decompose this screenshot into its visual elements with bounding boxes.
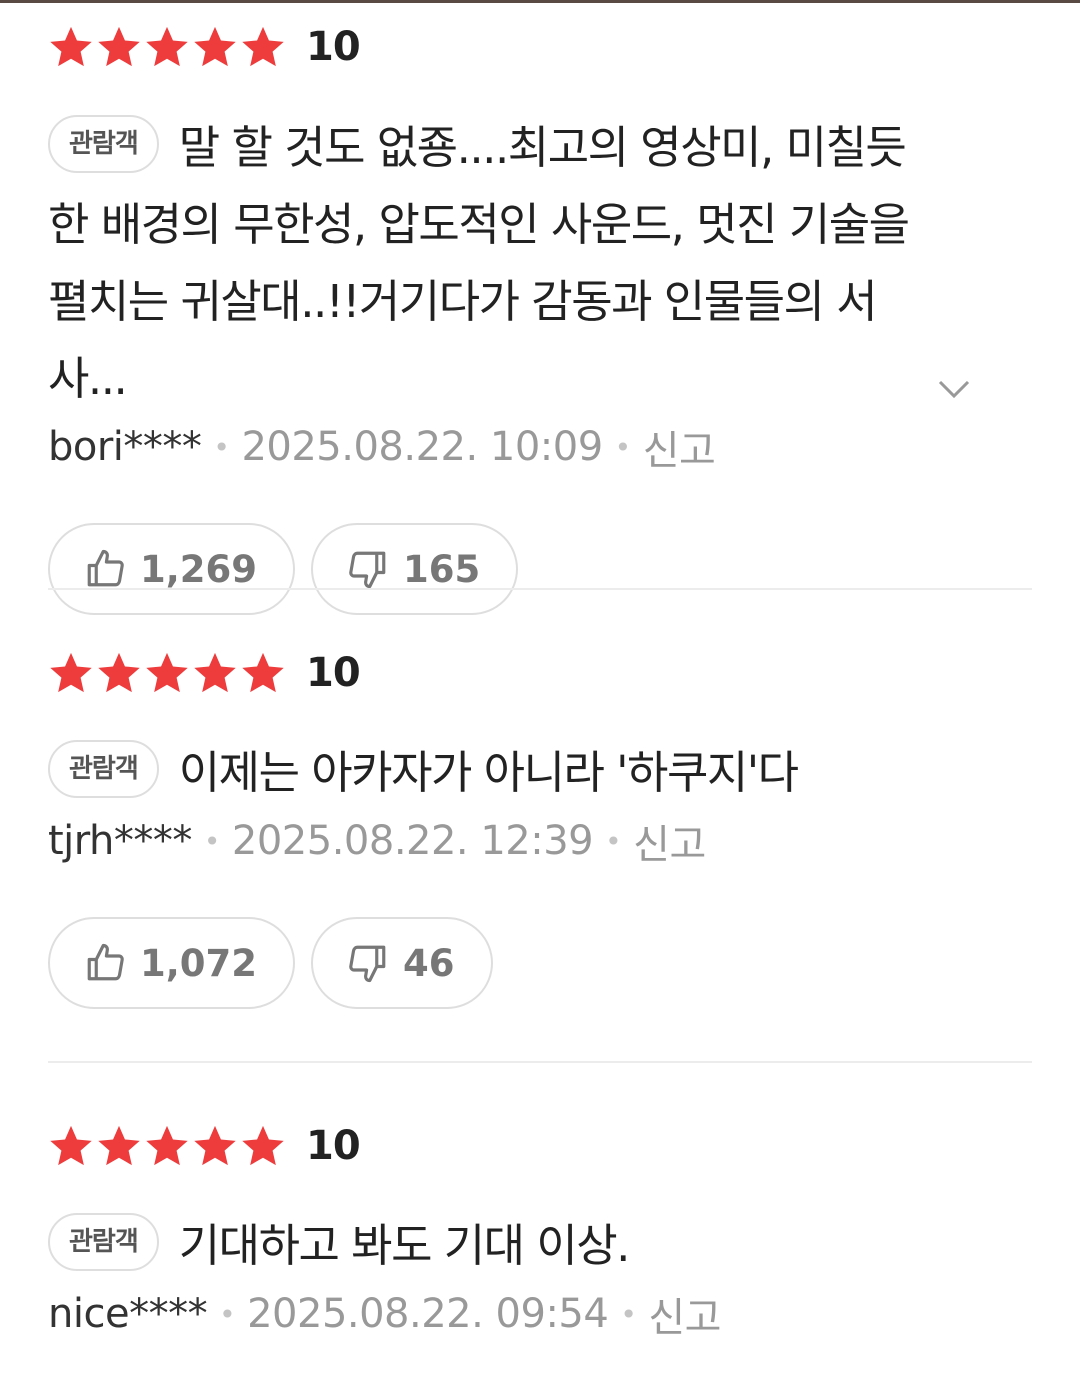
separator-dot: • [614,430,632,464]
star-icon [48,1123,94,1169]
viewer-badge: 관람객 [48,1213,159,1271]
star-icon [192,1123,238,1169]
star-icon [96,650,142,696]
review-date: 2025.08.22. 12:39 [231,818,594,864]
review-meta: bori**** • 2025.08.22. 10:09 • 신고 [48,417,1032,477]
review-text: 기대하고 봐도 기대 이상. [178,1219,631,1272]
separator-dot: • [620,1297,637,1331]
rating-score: 10 [306,650,361,696]
review-text-block[interactable]: 관람객 말 할 것도 없죵....최고의 영상미, 미칠듯한 배경의 무한성, 압… [48,109,1032,417]
thumbs-up-icon [87,943,124,981]
star-icon [240,24,286,70]
vote-buttons: 1,269 165 [48,523,1032,615]
separator-dot: • [203,824,221,858]
star-icon [192,650,238,696]
username: nice**** [48,1291,208,1337]
like-button[interactable]: 1,072 [48,917,296,1009]
like-count: 1,269 [140,547,258,591]
review-meta: tjrh**** • 2025.08.22. 12:39 • 신고 [48,811,1032,871]
separator-dot: • [213,430,230,464]
star-icon [240,1123,286,1169]
review-date: 2025.08.22. 10:09 [241,424,603,470]
viewer-badge: 관람객 [48,740,159,798]
star-icon [192,24,238,70]
chevron-down-icon[interactable] [934,369,974,409]
dislike-count: 165 [403,547,481,591]
review-text-block[interactable]: 관람객 이제는 아카자가 아니라 '하쿠지'다 [48,734,1032,811]
review-item: 10 관람객 말 할 것도 없죵....최고의 영상미, 미칠듯한 배경의 무한성… [48,22,1032,615]
rating-row: 10 [48,1121,1032,1171]
separator-dot: • [219,1297,236,1331]
vote-buttons: 1,072 46 [48,917,1032,1009]
review-divider [48,588,1032,590]
star-icon [48,24,94,70]
star-icon [96,1123,142,1169]
rating-row: 10 [48,648,1032,698]
review-text-block[interactable]: 관람객 기대하고 봐도 기대 이상. [48,1207,1032,1284]
rating-score: 10 [306,24,361,70]
review-divider [48,1061,1032,1063]
review-text: 이제는 아카자가 아니라 '하쿠지'다 [178,746,799,799]
review-meta: nice**** • 2025.08.22. 09:54 • 신고 [48,1284,1032,1344]
star-icon [48,650,94,696]
report-link[interactable]: 신고 [633,812,706,870]
star-icon [144,1123,190,1169]
separator-dot: • [605,824,622,858]
report-link[interactable]: 신고 [648,1285,721,1343]
thumbs-down-icon [349,945,386,983]
star-icon [240,650,286,696]
dislike-button[interactable]: 165 [311,523,519,615]
review-item: 10 관람객 이제는 아카자가 아니라 '하쿠지'다 tjrh**** • 202… [48,648,1032,1009]
viewer-badge: 관람객 [48,115,159,173]
report-link[interactable]: 신고 [643,418,716,476]
username: tjrh**** [48,818,192,864]
thumbs-up-icon [87,549,124,587]
review-item: 10 관람객 기대하고 봐도 기대 이상. nice**** • 2025.08.… [48,1121,1032,1344]
dislike-button[interactable]: 46 [311,917,493,1009]
dislike-count: 46 [403,941,455,985]
star-icon [96,24,142,70]
star-icon [144,650,190,696]
rating-score: 10 [306,1123,361,1169]
thumbs-down-icon [349,551,386,589]
review-text: 말 할 것도 없죵....최고의 영상미, 미칠듯한 배경의 무한성, 압도적인… [48,121,910,405]
like-button[interactable]: 1,269 [48,523,296,615]
review-date: 2025.08.22. 09:54 [247,1291,609,1337]
username: bori**** [48,424,202,470]
star-icon [144,24,190,70]
like-count: 1,072 [140,941,258,985]
top-border [0,0,1080,3]
rating-row: 10 [48,22,1032,72]
